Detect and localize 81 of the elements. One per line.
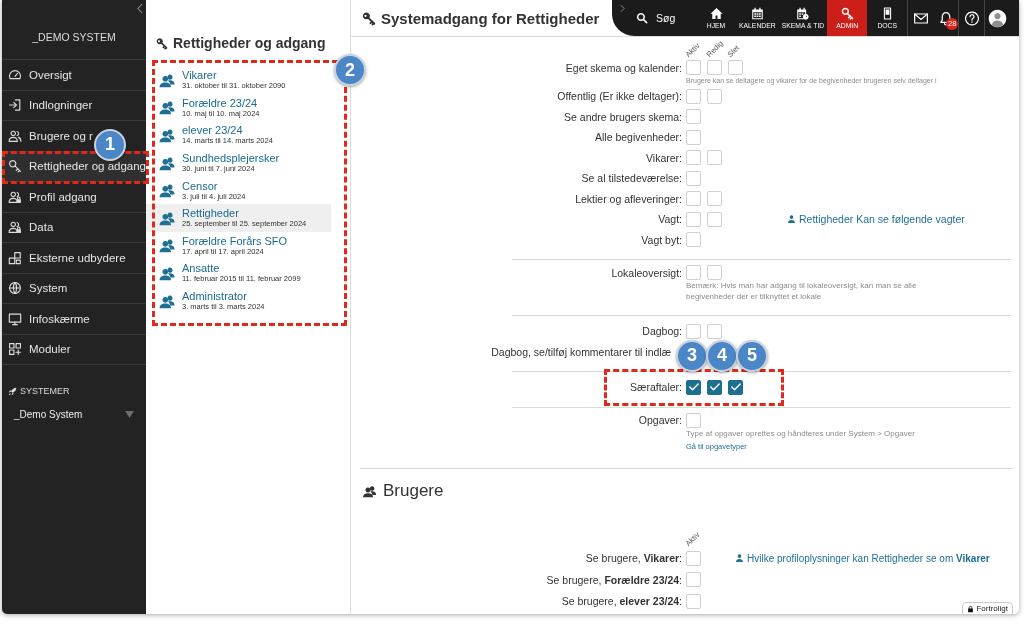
confidential-label: Fortroligt	[976, 604, 1008, 613]
permission-label: Opgaver:	[637, 414, 683, 426]
caret-icon	[125, 411, 134, 418]
users-icon	[8, 128, 22, 143]
permission-label: Se al tilstedeværelse:	[580, 172, 683, 185]
key-icon	[156, 37, 168, 50]
role-link[interactable]: Vikarer	[182, 69, 286, 82]
key-icon	[362, 10, 376, 26]
permission-label: Se andre brugers skema:	[563, 110, 683, 123]
permission-label: Dagbog:	[641, 325, 683, 338]
user-icon	[787, 214, 796, 225]
permission-label: Alle begivenheder:	[594, 131, 683, 144]
permission-label: Vagt byt:	[640, 233, 683, 246]
permission-label: Lokaleoversigt:	[610, 266, 683, 279]
search-button[interactable]: Søg	[636, 0, 696, 36]
checkmark-icon	[688, 383, 699, 392]
role-link[interactable]: Sundhedsplejersker	[182, 152, 280, 165]
system-dropdown[interactable]: _Demo System	[14, 409, 134, 420]
role-link[interactable]: elever 23/24	[182, 124, 273, 137]
permission-link[interactable]: Hvilke profiloplysninger kan Rettigheder se om Vikarer	[735, 552, 1019, 564]
permission-label: Eget skema og kalender:	[564, 61, 683, 74]
step-marker: 3	[676, 339, 708, 372]
home-icon	[709, 7, 723, 20]
permission-label: Se brugere, Vikarer:	[584, 552, 683, 565]
step-marker: 4	[706, 339, 738, 372]
help-text: Type af opgaver oprettes og håndteres under System > Opgaver	[685, 427, 916, 439]
role-link[interactable]: Ansatte	[182, 262, 301, 275]
user-group-icon	[158, 127, 176, 143]
monitor-icon	[8, 311, 22, 326]
calendar-icon	[750, 7, 764, 20]
user-group-icon	[158, 237, 176, 254]
checkbox[interactable]	[686, 379, 701, 395]
checkmark-icon	[730, 383, 741, 392]
permission-label: Vagt:	[657, 213, 683, 226]
key-icon	[840, 7, 854, 20]
user-group-icon	[362, 483, 377, 498]
permission-label: Se brugere, elever 23/24:	[560, 595, 683, 608]
step-marker: 1	[94, 128, 126, 161]
permission-link[interactable]: Rettigheder Kan se følgende vagter	[787, 213, 1019, 226]
permission-label: Dagbog, se/tilføj kommentarer til indlæ	[490, 345, 672, 358]
checkmark-icon	[709, 383, 720, 392]
calendar-clock-icon	[796, 7, 810, 20]
page-title: Systemadgang for Rettigheder	[381, 9, 600, 27]
users-lock-icon	[8, 189, 22, 204]
users-lock-icon	[8, 220, 22, 235]
permission-label: Lektier og afleveringer:	[574, 192, 683, 205]
sign-in-icon	[8, 98, 22, 113]
role-link[interactable]: Forældre Forårs SFO	[182, 234, 288, 247]
role-link[interactable]: Censor	[182, 179, 246, 192]
globe-icon	[8, 281, 22, 296]
help-icon[interactable]	[963, 10, 980, 26]
chevron-left-icon[interactable]	[137, 3, 143, 14]
permission-label: Særaftaler:	[629, 381, 683, 394]
role-link[interactable]: Administrator	[182, 290, 265, 303]
modules-icon	[8, 342, 22, 357]
step-marker: 5	[736, 339, 768, 372]
gauge-icon	[8, 67, 22, 82]
role-link[interactable]: Rettigheder	[182, 207, 307, 220]
rocket-icon	[8, 386, 17, 396]
role-link[interactable]: Forældre 23/24	[182, 96, 260, 109]
help-text: Bemærk: Hvis man har adgang til lokaleoversigt, kan man se alle begivenheder der er tilknyttet et lokale	[685, 280, 918, 302]
permission-label: Offentlig (Er ikke deltager):	[556, 90, 683, 103]
user-group-icon	[158, 182, 176, 199]
system-name: _DEMO SYSTEM	[32, 30, 116, 43]
permission-label: Se brugere, Forældre 23/24:	[545, 573, 683, 586]
key-icon	[8, 159, 22, 174]
search-icon	[636, 12, 648, 24]
checkbox[interactable]	[707, 379, 722, 395]
permission-label: Vikarer:	[645, 151, 683, 164]
lock-icon	[967, 604, 975, 613]
panel-title: Rettigheder og adgang	[173, 35, 326, 51]
chevron-right-icon[interactable]	[620, 4, 625, 13]
user-avatar-icon[interactable]	[988, 8, 1008, 28]
boxes-icon	[8, 250, 22, 265]
section-title: Brugere	[383, 480, 444, 501]
user-icon	[735, 553, 744, 564]
step-marker: 2	[334, 54, 366, 86]
checkbox[interactable]	[728, 379, 743, 395]
section-heading: SYSTEMER	[20, 386, 70, 396]
user-group-icon	[158, 99, 176, 116]
mail-icon[interactable]	[912, 10, 929, 26]
